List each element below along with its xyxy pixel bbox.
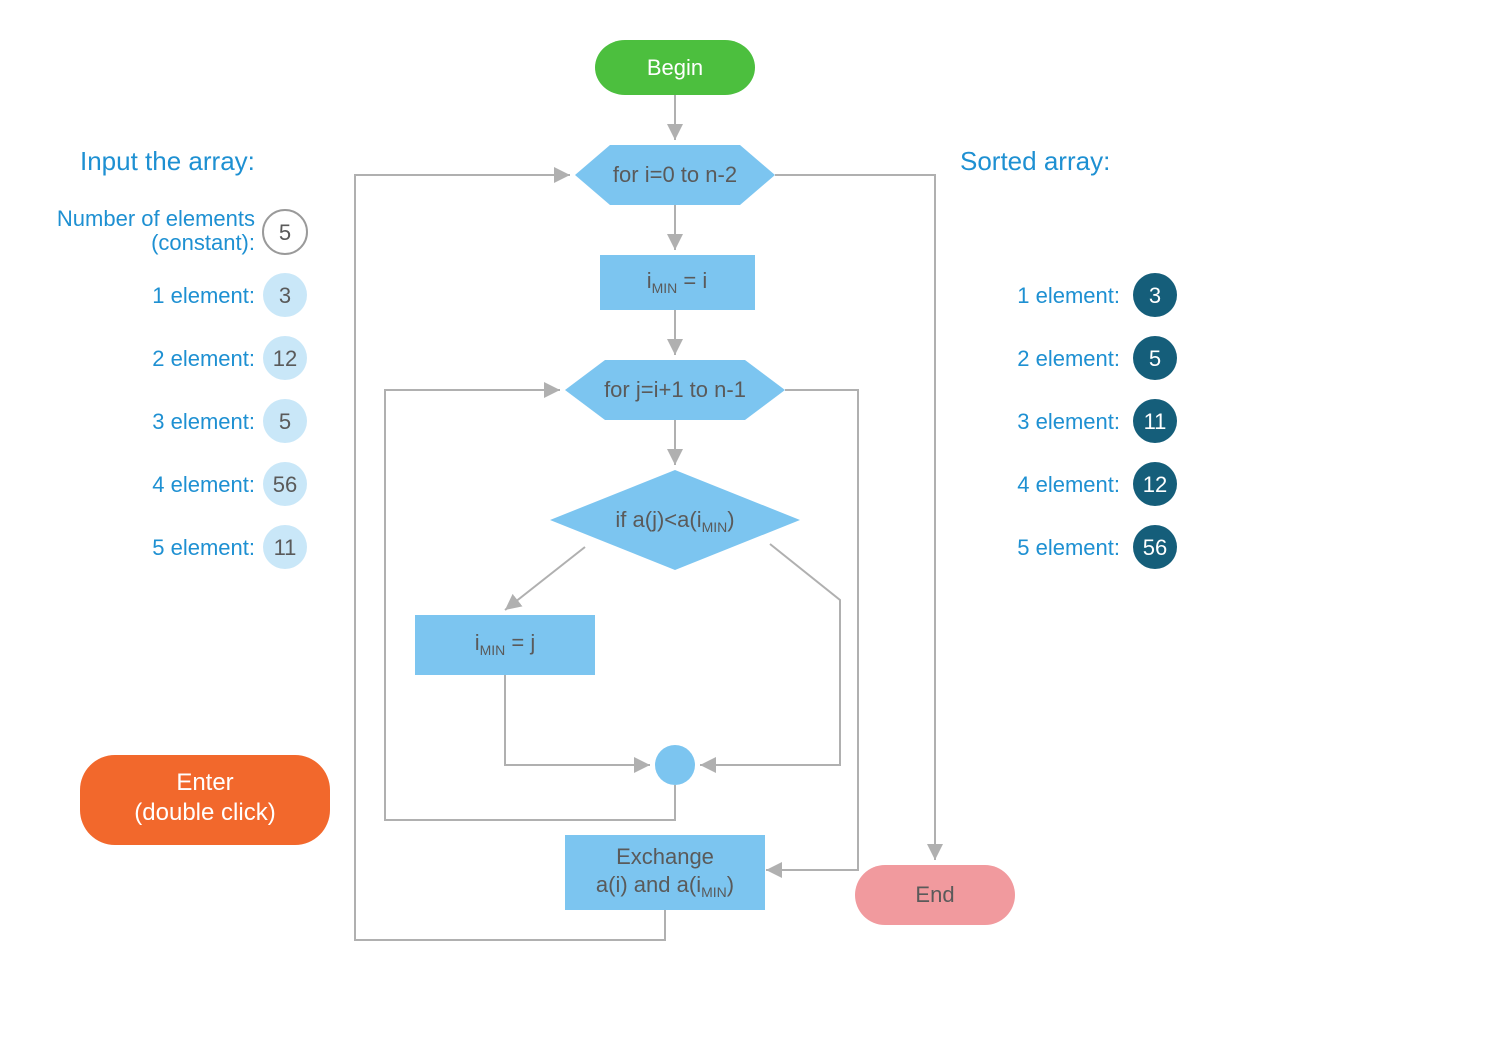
arrow xyxy=(775,175,935,860)
sorted-item: 5 element: 56 xyxy=(1017,525,1177,569)
svg-text:Begin: Begin xyxy=(647,55,703,80)
svg-text:1 element:: 1 element: xyxy=(1017,283,1120,308)
svg-text:for i=0 to n-2: for i=0 to n-2 xyxy=(613,162,737,187)
imin-eq-i-node: iMIN = i xyxy=(600,255,755,310)
sorted-item: 2 element: 5 xyxy=(1017,336,1177,380)
input-item: 5 element: 11 xyxy=(152,525,307,569)
connector-node xyxy=(655,745,695,785)
svg-text:12: 12 xyxy=(1143,472,1167,497)
svg-text:End: End xyxy=(915,882,954,907)
num-elements-value: 5 xyxy=(279,220,291,245)
svg-text:Exchange: Exchange xyxy=(616,844,714,869)
svg-text:for j=i+1 to n-1: for j=i+1 to n-1 xyxy=(604,377,746,402)
sorted-item: 4 element: 12 xyxy=(1017,462,1177,506)
svg-text:3 element:: 3 element: xyxy=(1017,409,1120,434)
svg-text:12: 12 xyxy=(273,346,297,371)
svg-text:2 element:: 2 element: xyxy=(1017,346,1120,371)
exchange-node: Exchange a(i) and a(iMIN) xyxy=(565,835,765,910)
svg-text:11: 11 xyxy=(274,535,297,560)
num-elements-label-top: Number of elements xyxy=(57,206,255,231)
input-item: 2 element: 12 xyxy=(152,336,307,380)
enter-button[interactable]: Enter (double click) xyxy=(80,755,330,845)
input-item: 4 element: 56 xyxy=(152,462,307,506)
arrow xyxy=(505,547,585,610)
svg-text:Enter: Enter xyxy=(176,769,233,796)
svg-text:2 element:: 2 element: xyxy=(152,346,255,371)
flowchart-diagram: Input the array: Number of elements (con… xyxy=(0,0,1500,1060)
imin-eq-j-node: iMIN = j xyxy=(415,615,595,675)
sorted-item: 1 element: 3 xyxy=(1017,273,1177,317)
svg-text:5 element:: 5 element: xyxy=(152,535,255,560)
svg-text:1 element:: 1 element: xyxy=(152,283,255,308)
input-item: 3 element: 5 xyxy=(152,399,307,443)
svg-text:5: 5 xyxy=(1149,346,1161,371)
for-i-node: for i=0 to n-2 xyxy=(575,145,775,205)
sorted-item: 3 element: 11 xyxy=(1017,399,1177,443)
decision-node: if a(j)<a(iMIN) xyxy=(550,470,800,570)
svg-text:4 element:: 4 element: xyxy=(152,472,255,497)
for-j-node: for j=i+1 to n-1 xyxy=(565,360,785,420)
sorted-title: Sorted array: xyxy=(960,146,1110,176)
arrow xyxy=(385,390,675,820)
arrow xyxy=(700,544,840,765)
svg-text:5: 5 xyxy=(279,409,291,434)
end-node: End xyxy=(855,865,1015,925)
svg-text:56: 56 xyxy=(1143,535,1167,560)
arrow xyxy=(766,390,858,870)
svg-text:5 element:: 5 element: xyxy=(1017,535,1120,560)
arrow xyxy=(505,675,650,765)
svg-text:11: 11 xyxy=(1144,409,1167,434)
svg-text:3: 3 xyxy=(1149,283,1161,308)
input-title: Input the array: xyxy=(80,146,255,176)
svg-text:56: 56 xyxy=(273,472,297,497)
svg-text:4 element:: 4 element: xyxy=(1017,472,1120,497)
input-item: 1 element: 3 xyxy=(152,273,307,317)
svg-text:(double click): (double click) xyxy=(134,799,275,826)
svg-text:3: 3 xyxy=(279,283,291,308)
svg-text:3 element:: 3 element: xyxy=(152,409,255,434)
num-elements-label-bottom: (constant): xyxy=(151,230,255,255)
begin-node: Begin xyxy=(595,40,755,95)
